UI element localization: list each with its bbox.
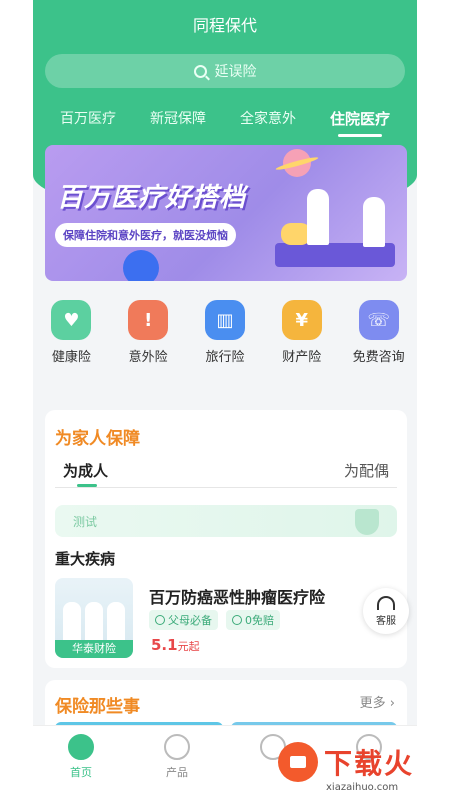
product-image[interactable]: 华泰财险: [55, 578, 133, 658]
nav-label: 首页: [70, 766, 92, 779]
tab-hospital-medical[interactable]: 住院医疗: [330, 108, 390, 137]
category-health[interactable]: ♥ 健康险: [36, 300, 106, 365]
nav-home[interactable]: 首页: [46, 734, 116, 800]
warning-icon: !: [128, 300, 169, 340]
nav-label: 产品: [166, 766, 188, 779]
search-icon: [193, 64, 207, 78]
divider: [55, 487, 397, 488]
test-label: 测试: [73, 514, 98, 529]
family-protection-card: 为家人保障 为成人 为配偶 测试 重大疾病 华泰财险 百万防癌恶性肿瘤医疗险 父…: [45, 410, 407, 668]
badge-label: 0免赔: [245, 614, 274, 627]
search-input[interactable]: 延误险: [45, 54, 405, 88]
shield-icon: [164, 734, 190, 760]
nav-products[interactable]: 产品: [142, 734, 212, 800]
doctor-illustration: [307, 189, 329, 245]
feature-badge: 0免赔: [226, 610, 280, 630]
category-label: 意外险: [128, 350, 168, 365]
watermark-title: 下载火: [324, 747, 415, 780]
category-property[interactable]: ¥ 财产险: [267, 300, 337, 365]
product-badges: 父母必备 0免赔: [149, 610, 280, 630]
category-label: 旅行险: [205, 350, 245, 365]
tab-family-accident[interactable]: 全家意外: [240, 108, 296, 135]
planet-decoration: [283, 149, 311, 177]
suitcase-icon: ▥: [204, 300, 245, 340]
insurer-tag: 华泰财险: [55, 640, 133, 658]
shield-icon: [355, 509, 379, 535]
banner-subtext: 保障住院和意外医疗，就医没烦恼: [55, 223, 236, 247]
tab-million-medical[interactable]: 百万医疗: [60, 108, 116, 135]
more-link[interactable]: 更多 ›: [360, 692, 395, 711]
watermark-url: xiazaihuo.com: [326, 782, 399, 793]
category-label: 健康险: [51, 350, 91, 365]
test-banner[interactable]: 测试: [55, 505, 397, 537]
category-tabs: 百万医疗 新冠保障 全家意外 住院医疗: [33, 108, 417, 137]
doctor-figure: [107, 602, 125, 642]
price-unit: 元起: [177, 640, 200, 653]
category-travel[interactable]: ▥ 旅行险: [190, 300, 260, 365]
money-bag-icon: ¥: [281, 300, 322, 340]
feature-badge: 父母必备: [149, 610, 218, 630]
nurse-illustration: [363, 197, 385, 247]
watermark: 下载火 xiazaihuo.com: [268, 738, 450, 800]
banner-headline: 百万医疗好搭档: [57, 183, 247, 213]
price-value: 5.1: [151, 636, 178, 654]
badge-label: 父母必备: [168, 614, 212, 627]
phone-icon: ☏: [358, 300, 399, 340]
doctor-figure: [85, 602, 103, 642]
category-label: 财产险: [282, 350, 322, 365]
search-placeholder: 延误险: [214, 64, 257, 80]
customer-service-button[interactable]: 客服: [363, 588, 409, 634]
category-grid: ♥ 健康险 ! 意外险 ▥ 旅行险 ¥ 财产险 ☏ 免费咨询: [33, 300, 417, 365]
tab-for-adult[interactable]: 为成人: [63, 460, 108, 481]
doctor-figure: [63, 602, 81, 642]
headset-icon: [377, 595, 395, 610]
tab-for-spouse[interactable]: 为配偶: [344, 460, 389, 481]
planet-decoration: [123, 250, 159, 281]
tab-covid[interactable]: 新冠保障: [150, 108, 206, 135]
check-icon: [232, 615, 242, 625]
watermark-logo: [278, 742, 318, 782]
heart-pulse-icon: ♥: [51, 300, 92, 340]
app-screen: 同程保代 延误险 百万医疗 新冠保障 全家意外 住院医疗 百万医疗好搭档 保障住…: [33, 0, 417, 800]
section-critical-illness: 重大疾病: [55, 550, 116, 568]
category-consult[interactable]: ☏ 免费咨询: [344, 300, 414, 365]
product-price: 5.1元起: [151, 636, 200, 654]
section-title: 保险那些事: [55, 697, 140, 717]
product-name[interactable]: 百万防癌恶性肿瘤医疗险: [149, 584, 325, 608]
page-title: 同程保代: [192, 16, 257, 35]
category-label: 免费咨询: [352, 350, 405, 365]
promo-banner[interactable]: 百万医疗好搭档 保障住院和意外医疗，就医没烦恼: [45, 145, 407, 281]
check-icon: [155, 615, 165, 625]
home-icon: [68, 734, 94, 760]
category-accident[interactable]: ! 意外险: [113, 300, 183, 365]
service-label: 客服: [376, 615, 396, 627]
section-title: 为家人保障: [55, 429, 140, 449]
